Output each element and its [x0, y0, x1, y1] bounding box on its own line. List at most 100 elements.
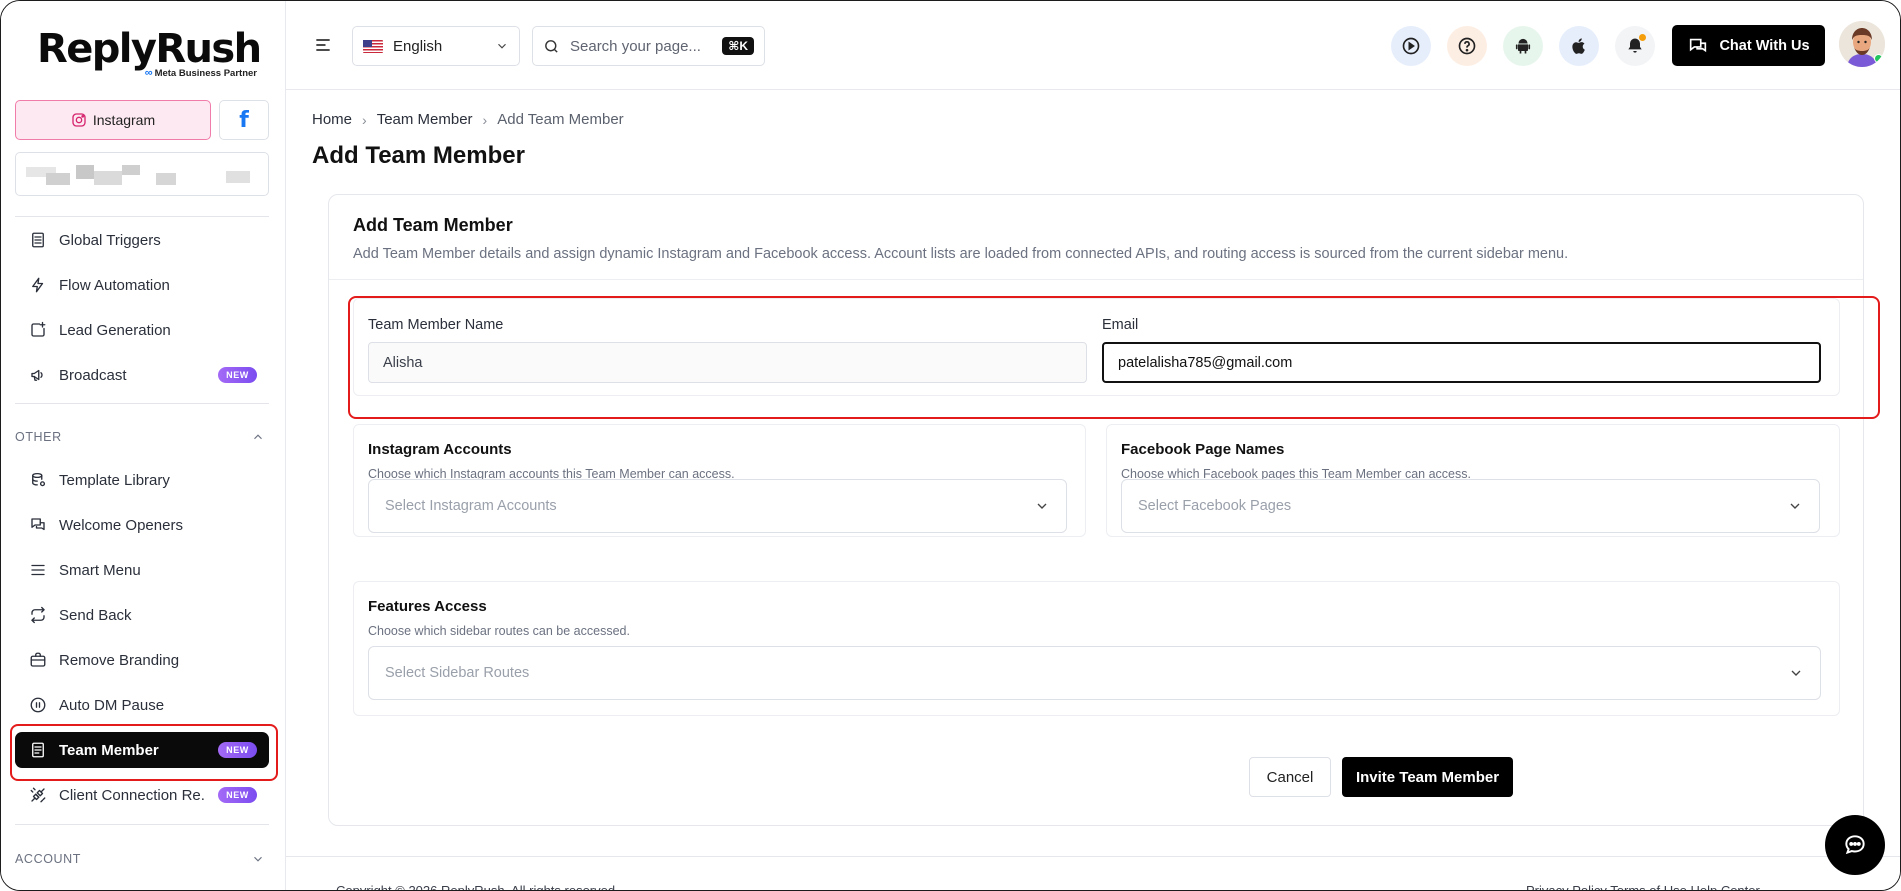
sidebar-item-client-connection-re[interactable]: Client Connection Re... NEW	[15, 777, 269, 813]
account-selector[interactable]	[15, 152, 269, 196]
sidebar-item-auto-dm-pause[interactable]: Auto DM Pause	[15, 687, 269, 723]
help-icon	[1458, 37, 1476, 55]
briefcase-icon	[29, 651, 47, 669]
features-access-title: Features Access	[368, 598, 487, 615]
account-section-header[interactable]: ACCOUNT	[15, 849, 269, 869]
brand-logo[interactable]: ReplyRush ∞ Meta Business Partner	[37, 27, 262, 81]
chevron-up-icon	[254, 434, 262, 440]
sidebar-item-smart-menu[interactable]: Smart Menu	[15, 552, 269, 588]
chat-widget-button[interactable]	[1825, 815, 1885, 875]
footer-links[interactable]: Privacy Policy Terms of Use Help Center	[1526, 883, 1760, 890]
pause-icon	[29, 696, 47, 714]
user-avatar[interactable]	[1839, 21, 1885, 67]
app-window: ReplyRush ∞ Meta Business Partner Instag…	[0, 0, 1901, 891]
chat-with-us-button[interactable]: Chat With Us	[1672, 25, 1825, 66]
repeat-icon	[29, 606, 47, 624]
chevron-down-icon	[1791, 670, 1801, 676]
megaphone-icon	[29, 366, 47, 384]
email-label: Email	[1102, 317, 1139, 333]
plug-icon	[29, 786, 47, 804]
sidebar-item-label: Auto DM Pause	[59, 696, 165, 714]
name-label: Team Member Name	[368, 317, 504, 333]
facebook-pages-block: Facebook Page Names Choose which Faceboo…	[1106, 424, 1840, 537]
play-circle-icon	[1402, 37, 1420, 55]
sidebar-item-label: Lead Generation	[59, 321, 171, 339]
chevron-down-icon	[498, 43, 506, 49]
sidebar-item-label: Template Library	[59, 471, 170, 489]
chevron-right-icon: ›	[482, 111, 488, 128]
video-tutorial-button[interactable]	[1391, 26, 1431, 66]
facebook-platform-button[interactable]: f	[219, 100, 269, 140]
help-button[interactable]	[1447, 26, 1487, 66]
sidebar-item-broadcast[interactable]: Broadcast NEW	[15, 357, 269, 393]
new-badge: NEW	[218, 787, 257, 803]
breadcrumb: Home › Team Member › Add Team Member	[312, 111, 624, 128]
ios-app-button[interactable]	[1559, 26, 1599, 66]
email-input[interactable]: patelalisha785@gmail.com	[1102, 342, 1821, 383]
sidebar-item-label: Flow Automation	[59, 276, 170, 294]
sidebar-item-flow-automation[interactable]: Flow Automation	[15, 267, 269, 303]
form-title: Add Team Member	[353, 215, 513, 235]
instagram-platform-button[interactable]: Instagram	[15, 100, 211, 140]
sidebar-item-label: Smart Menu	[59, 561, 141, 579]
sidebar-item-label: Remove Branding	[59, 651, 180, 669]
sidebar-item-team-member[interactable]: Team Member NEW	[15, 732, 269, 768]
us-flag-icon	[363, 39, 383, 53]
sidebar-item-global-triggers[interactable]: Global Triggers	[15, 222, 269, 258]
footer-copyright: Copyright © 2026 ReplyRush. All rights r…	[336, 883, 619, 891]
search-input[interactable]: Search your page... ⌘K	[532, 26, 765, 66]
sidebar-divider	[15, 403, 269, 404]
instagram-accounts-block: Instagram Accounts Choose which Instagra…	[353, 424, 1086, 537]
instagram-accounts-select[interactable]: Select Instagram Accounts	[368, 479, 1067, 533]
sidebar-divider	[15, 824, 269, 825]
sidebar-routes-select[interactable]: Select Sidebar Routes	[368, 646, 1821, 700]
sidebar-item-remove-branding[interactable]: Remove Branding	[15, 642, 269, 678]
search-shortcut: ⌘K	[722, 37, 754, 55]
new-badge: NEW	[218, 367, 257, 383]
document-icon	[29, 741, 47, 759]
invite-team-member-button[interactable]: Invite Team Member	[1342, 757, 1513, 797]
sidebar-item-welcome-openers[interactable]: Welcome Openers	[15, 507, 269, 543]
list-icon	[29, 231, 47, 249]
notifications-button[interactable]	[1615, 26, 1655, 66]
notification-dot	[1639, 34, 1646, 41]
sidebar-item-template-library[interactable]: Template Library	[15, 462, 269, 498]
sidebar-item-label: Welcome Openers	[59, 516, 183, 534]
sidebar-item-label: Send Back	[59, 606, 132, 624]
online-status-dot	[1874, 54, 1883, 63]
facebook-pages-select[interactable]: Select Facebook Pages	[1121, 479, 1820, 533]
chat-icon	[1690, 38, 1707, 52]
sidebar-item-send-back[interactable]: Send Back	[15, 597, 269, 633]
meta-icon: ∞	[144, 67, 153, 79]
breadcrumb-home[interactable]: Home	[312, 111, 352, 128]
page-title: Add Team Member	[312, 142, 525, 169]
sidebar-divider	[15, 216, 269, 217]
footer-divider	[286, 856, 1900, 857]
sidebar: ReplyRush ∞ Meta Business Partner Instag…	[1, 1, 286, 890]
sidebar-item-lead-generation[interactable]: Lead Generation	[15, 312, 269, 348]
sidebar-item-label: Global Triggers	[59, 231, 161, 249]
lead-icon	[29, 321, 47, 339]
chevron-down-icon	[254, 856, 262, 862]
apple-icon	[1572, 38, 1585, 54]
android-app-button[interactable]	[1503, 26, 1543, 66]
breadcrumb-team-member[interactable]: Team Member	[377, 111, 473, 128]
chat-bubbles-icon	[29, 516, 47, 534]
topbar: English Search your page... ⌘K Chat With…	[286, 1, 1900, 90]
language-select[interactable]: English	[352, 26, 520, 66]
breadcrumb-current: Add Team Member	[497, 111, 624, 128]
name-input[interactable]: Alisha	[368, 342, 1087, 383]
menu-icon	[29, 561, 47, 579]
other-section-header[interactable]: OTHER	[15, 427, 269, 447]
chevron-right-icon: ›	[362, 111, 367, 128]
search-placeholder: Search your page...	[570, 37, 701, 55]
chevron-down-icon	[1790, 503, 1800, 509]
basic-info-block: Team Member Name Alisha Email patelalish…	[353, 298, 1840, 396]
platform-switcher: Instagram f	[15, 100, 269, 140]
features-access-block: Features Access Choose which sidebar rou…	[353, 581, 1840, 716]
cancel-button[interactable]: Cancel	[1249, 757, 1331, 797]
android-icon	[1515, 38, 1531, 54]
hamburger-menu-icon[interactable]	[313, 35, 333, 55]
sidebar-item-label: Client Connection Re...	[59, 786, 206, 804]
new-badge: NEW	[218, 742, 257, 758]
